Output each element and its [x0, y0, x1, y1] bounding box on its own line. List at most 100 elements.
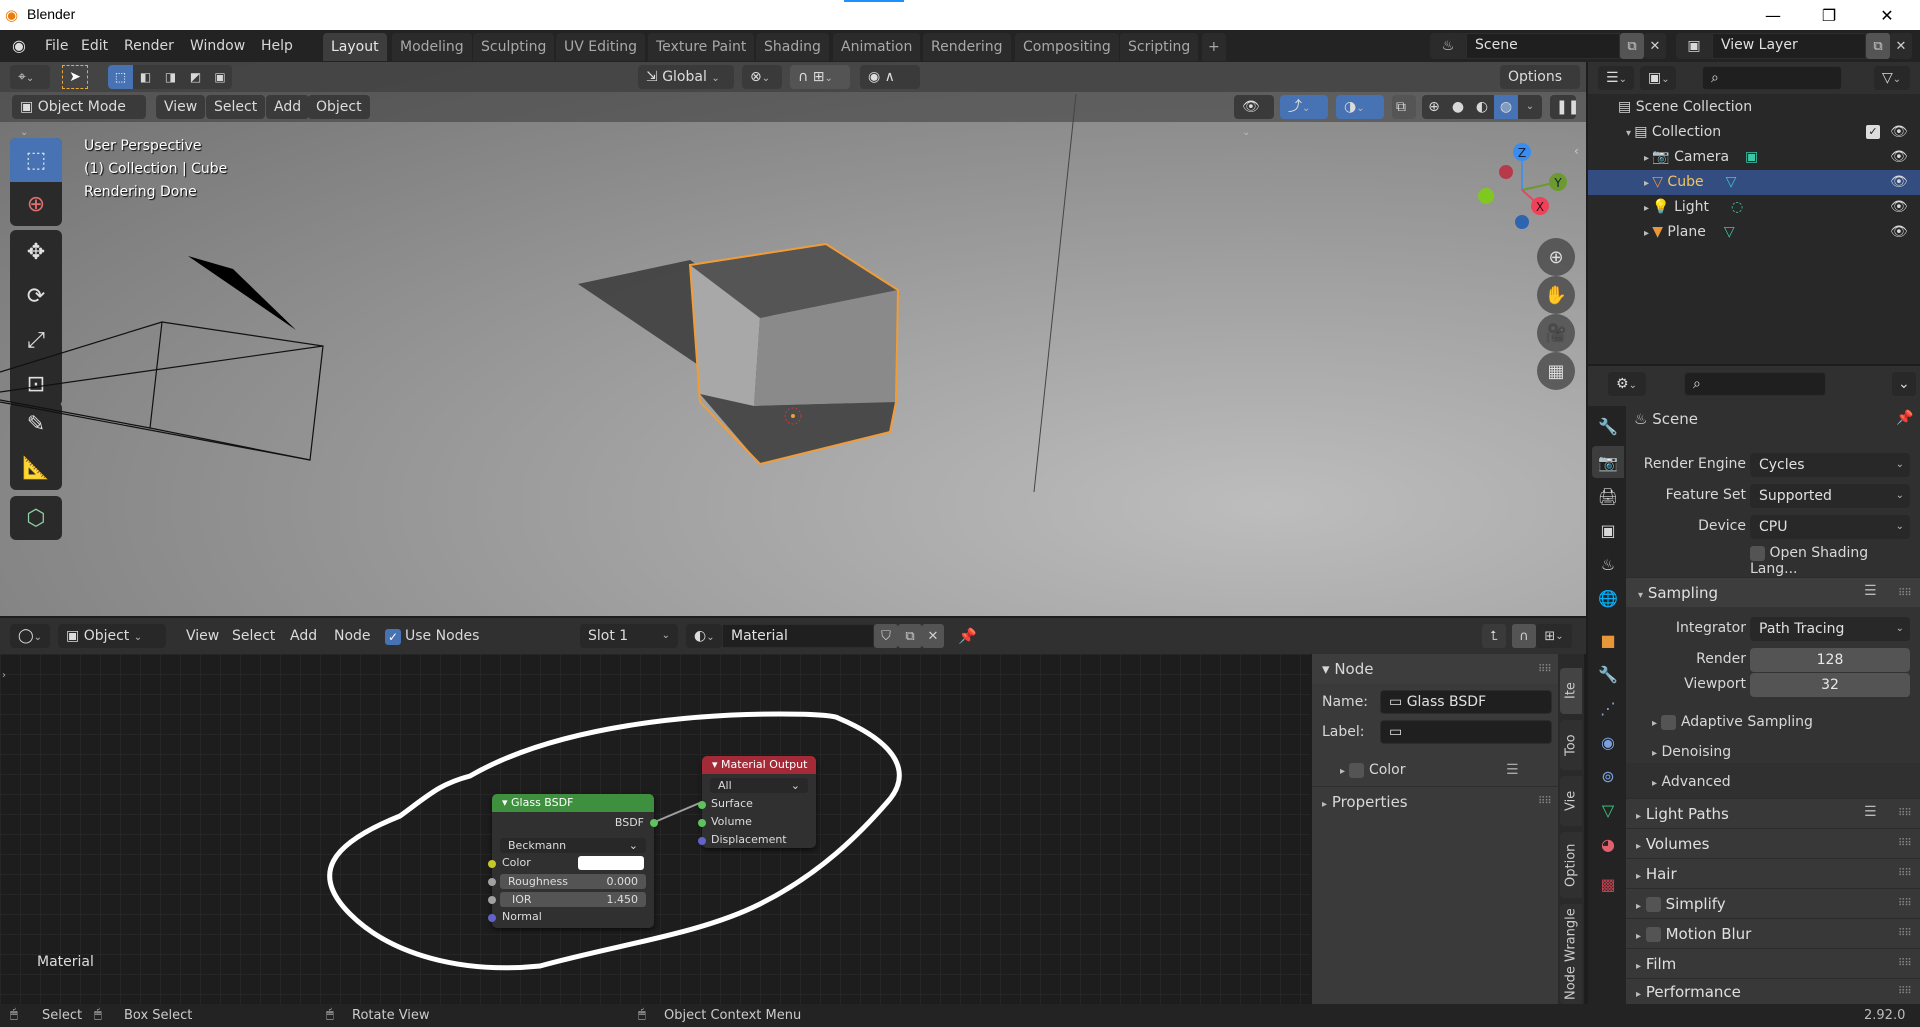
- volumes-drag-handle[interactable]: ⠿⠿: [1898, 838, 1912, 849]
- material-output-node[interactable]: ▾ Material Output All ⌄ Surface Volume Di…: [698, 756, 816, 848]
- material-name-field[interactable]: Material: [722, 624, 874, 648]
- menu-render[interactable]: Render: [117, 35, 181, 57]
- node-canvas[interactable]: › Material ▾ Glass BSDF BSDF Beckmann ⌄ C…: [0, 654, 1310, 1004]
- outliner-item-cube[interactable]: ▸ ▽ Cube ▽ 👁: [1588, 170, 1920, 195]
- physics-tab-icon[interactable]: ◉: [1592, 726, 1624, 758]
- new-scene-icon[interactable]: ⧉: [1620, 33, 1644, 59]
- properties-drag-handle[interactable]: ⠿⠿: [1538, 796, 1552, 807]
- output-target-dropdown[interactable]: All ⌄: [710, 778, 808, 793]
- hair-drag-handle[interactable]: ⠿⠿: [1898, 868, 1912, 879]
- zoom-view-icon[interactable]: ⊕: [1537, 238, 1575, 276]
- film-panel-header[interactable]: ▸ Film: [1626, 948, 1920, 978]
- duplicate-material-icon[interactable]: ⧉: [898, 624, 922, 648]
- node-menu-view[interactable]: View: [178, 624, 227, 648]
- color-input-socket[interactable]: [488, 860, 496, 868]
- displacement-input-socket[interactable]: [698, 837, 706, 845]
- render-engine-dropdown[interactable]: Cycles ⌄: [1750, 453, 1910, 477]
- integrator-dropdown[interactable]: Path Tracing ⌄: [1750, 617, 1910, 641]
- use-nodes-checkbox[interactable]: ✓: [385, 629, 401, 645]
- minimize-button[interactable]: —: [1744, 0, 1802, 30]
- properties-search-input[interactable]: ⌕: [1684, 372, 1826, 396]
- light-data-icon[interactable]: ◌: [1731, 199, 1743, 215]
- parent-tree-icon[interactable]: ⮤: [1482, 624, 1506, 648]
- motion-blur-drag-handle[interactable]: ⠿⠿: [1898, 928, 1912, 939]
- tab-texture-paint[interactable]: Texture Paint: [648, 33, 755, 61]
- view-layer-name-field[interactable]: View Layer: [1712, 33, 1866, 59]
- sampling-presets-icon[interactable]: ☰: [1864, 583, 1877, 599]
- texture-tab-icon[interactable]: ▩: [1592, 868, 1624, 900]
- material-tab-icon[interactable]: ◕: [1592, 828, 1624, 860]
- simplify-drag-handle[interactable]: ⠿⠿: [1898, 898, 1912, 909]
- unlink-material-icon[interactable]: ✕: [922, 624, 944, 648]
- motion-blur-checkbox[interactable]: [1645, 927, 1661, 942]
- blender-menu-icon[interactable]: ◉: [12, 36, 26, 55]
- sidebar-tab-options[interactable]: Option: [1560, 832, 1582, 898]
- light-paths-drag-handle[interactable]: ⠿⠿: [1898, 808, 1912, 819]
- bsdf-output-socket[interactable]: [650, 819, 658, 827]
- simplify-checkbox[interactable]: [1645, 897, 1661, 912]
- ior-field[interactable]: IOR 1.450: [500, 892, 646, 907]
- glass-node-header[interactable]: ▾ Glass BSDF: [492, 794, 654, 812]
- pin-icon[interactable]: 📌: [958, 627, 977, 645]
- filter-dropdown[interactable]: ▽⌄: [1874, 66, 1910, 90]
- properties-editor-type[interactable]: ⚙⌄: [1608, 372, 1646, 396]
- color-swatch[interactable]: [578, 856, 644, 870]
- outliner-scene-collection[interactable]: ▤ Scene Collection: [1588, 95, 1920, 120]
- glass-bsdf-node[interactable]: ▾ Glass BSDF BSDF Beckmann ⌄ Color Roughn…: [488, 794, 658, 928]
- tab-modeling[interactable]: Modeling: [392, 33, 472, 61]
- tab-animation[interactable]: Animation: [833, 33, 921, 61]
- film-drag-handle[interactable]: ⠿⠿: [1898, 958, 1912, 969]
- navigation-gizmo[interactable]: Z Y X: [1470, 142, 1570, 242]
- node-panel-header[interactable]: ▾ Node: [1312, 654, 1558, 684]
- tab-sculpting[interactable]: Sculpting: [473, 33, 555, 61]
- snap-element-dropdown[interactable]: ⊞ ⌄: [1536, 624, 1572, 648]
- sidebar-toggle-icon[interactable]: ‹: [1574, 144, 1579, 158]
- sidebar-tab-node-wrangler[interactable]: Node Wrangle: [1560, 904, 1582, 1004]
- osl-toggle[interactable]: Open Shading Lang...: [1750, 545, 1920, 577]
- cube-mesh-icon[interactable]: ▽: [1726, 174, 1737, 190]
- node-menu-add[interactable]: Add: [282, 624, 325, 648]
- 3d-viewport[interactable]: ⌖⌄ ➤ ⬚ ◧ ◨ ◩ ▣ ⇲ Global ⌄ ⊗⌄ ∩ ⊞⌄ ◉ ∧ Op…: [0, 62, 1586, 616]
- new-view-layer-icon[interactable]: ⧉: [1866, 33, 1890, 59]
- tool-tab-icon[interactable]: 🔧: [1592, 410, 1624, 442]
- world-tab-icon[interactable]: 🌐: [1592, 582, 1624, 614]
- menu-edit[interactable]: Edit: [74, 35, 115, 57]
- shader-type-dropdown[interactable]: ▣ Object ⌄: [58, 624, 166, 648]
- add-workspace-button[interactable]: +: [1202, 33, 1226, 61]
- node-editor-type-button[interactable]: ◯⌄: [10, 624, 50, 648]
- pin-context-icon[interactable]: 📌: [1896, 410, 1913, 426]
- tab-uv-editing[interactable]: UV Editing: [556, 33, 646, 61]
- sidebar-tab-item[interactable]: Ite: [1560, 668, 1582, 714]
- panel-drag-handle[interactable]: ⠿⠿: [1538, 664, 1552, 675]
- denoising-subpanel[interactable]: ▸ Denoising: [1652, 744, 1731, 760]
- menu-window[interactable]: Window: [183, 35, 252, 57]
- fake-user-icon[interactable]: ⛉: [874, 624, 898, 648]
- volumes-panel-header[interactable]: ▸ Volumes: [1626, 828, 1920, 858]
- display-mode-dropdown[interactable]: ▣⌄: [1640, 66, 1676, 90]
- properties-options-dropdown[interactable]: ⌄: [1892, 372, 1916, 396]
- tab-compositing[interactable]: Compositing: [1015, 33, 1119, 61]
- pan-view-icon[interactable]: ✋: [1537, 276, 1575, 314]
- plane-mesh-icon[interactable]: ▽: [1724, 224, 1735, 240]
- view-layer-tab-icon[interactable]: ▣: [1592, 514, 1624, 546]
- viewport-samples-field[interactable]: 32: [1750, 673, 1910, 697]
- ior-input-socket[interactable]: [488, 896, 496, 904]
- sidebar-tab-view[interactable]: Vie: [1560, 776, 1582, 826]
- render-samples-field[interactable]: 128: [1750, 648, 1910, 672]
- node-menu-node[interactable]: Node: [326, 624, 379, 648]
- plane-visibility-icon[interactable]: 👁: [1890, 220, 1908, 245]
- scene-name-field[interactable]: Scene: [1466, 33, 1620, 59]
- delete-scene-icon[interactable]: ✕: [1644, 33, 1666, 59]
- properties-panel-header[interactable]: ▸ Properties: [1312, 786, 1558, 816]
- volume-input-socket[interactable]: [698, 819, 706, 827]
- feature-set-dropdown[interactable]: Supported ⌄: [1750, 484, 1910, 508]
- output-node-header[interactable]: ▾ Material Output: [702, 756, 816, 774]
- maximize-button[interactable]: ❐: [1800, 0, 1858, 30]
- constraints-tab-icon[interactable]: ⊚: [1592, 760, 1624, 792]
- slot-dropdown[interactable]: Slot 1 ⌄: [580, 624, 678, 648]
- adaptive-sampling-checkbox[interactable]: [1661, 714, 1677, 730]
- data-tab-icon[interactable]: ▽: [1592, 794, 1624, 826]
- color-checkbox[interactable]: [1349, 762, 1365, 778]
- collection-exclude-checkbox[interactable]: ✓: [1866, 125, 1880, 139]
- close-button[interactable]: ✕: [1858, 0, 1916, 30]
